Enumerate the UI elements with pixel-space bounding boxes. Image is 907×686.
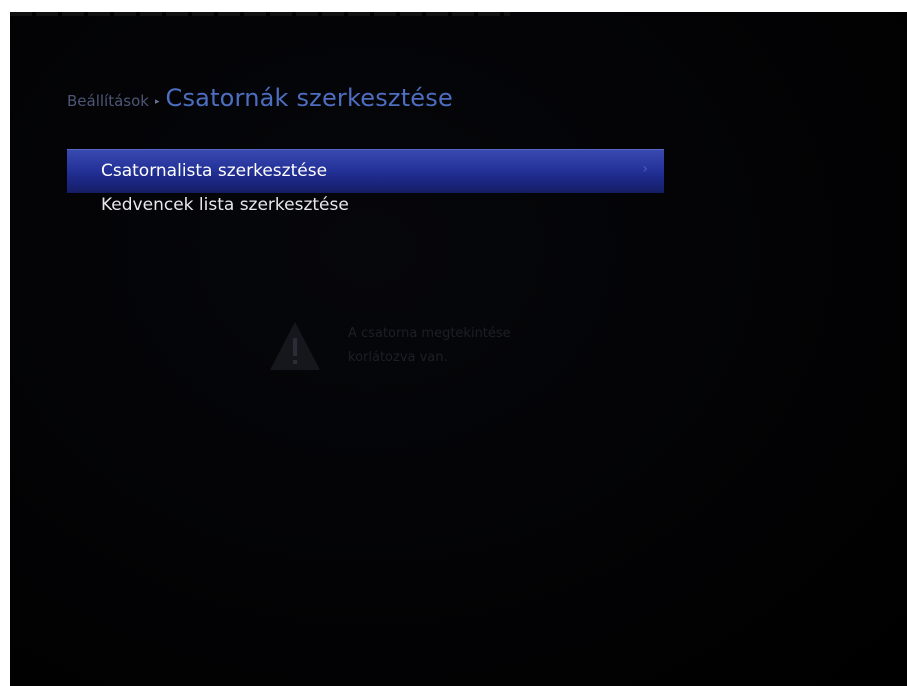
settings-menu: Csatornalista szerkesztése › Kedvencek l… (67, 149, 664, 227)
tv-screen: Beállítások ▸ Csatornák szerkesztése Csa… (10, 12, 907, 686)
warning-icon (270, 322, 320, 370)
page-title: Csatornák szerkesztése (165, 84, 453, 112)
top-edge-strip (10, 12, 510, 16)
warning-text: A csatorna megtekintése korlátozva van. (348, 322, 511, 370)
breadcrumb: Beállítások ▸ Csatornák szerkesztése (67, 84, 453, 112)
breadcrumb-parent[interactable]: Beállítások (67, 92, 149, 110)
menu-item-label: Kedvencek lista szerkesztése (101, 195, 349, 215)
breadcrumb-separator-icon: ▸ (154, 97, 160, 107)
menu-item-favorites-list-edit[interactable]: Kedvencek lista szerkesztése (67, 193, 664, 227)
menu-item-channel-list-edit[interactable]: Csatornalista szerkesztése › (67, 149, 664, 193)
restricted-channel-notice: A csatorna megtekintése korlátozva van. (268, 320, 511, 372)
warning-line-1: A csatorna megtekintése (348, 326, 511, 341)
chevron-right-icon: › (642, 161, 648, 177)
warning-line-2: korlátozva van. (348, 350, 448, 365)
menu-item-label: Csatornalista szerkesztése (101, 161, 328, 181)
